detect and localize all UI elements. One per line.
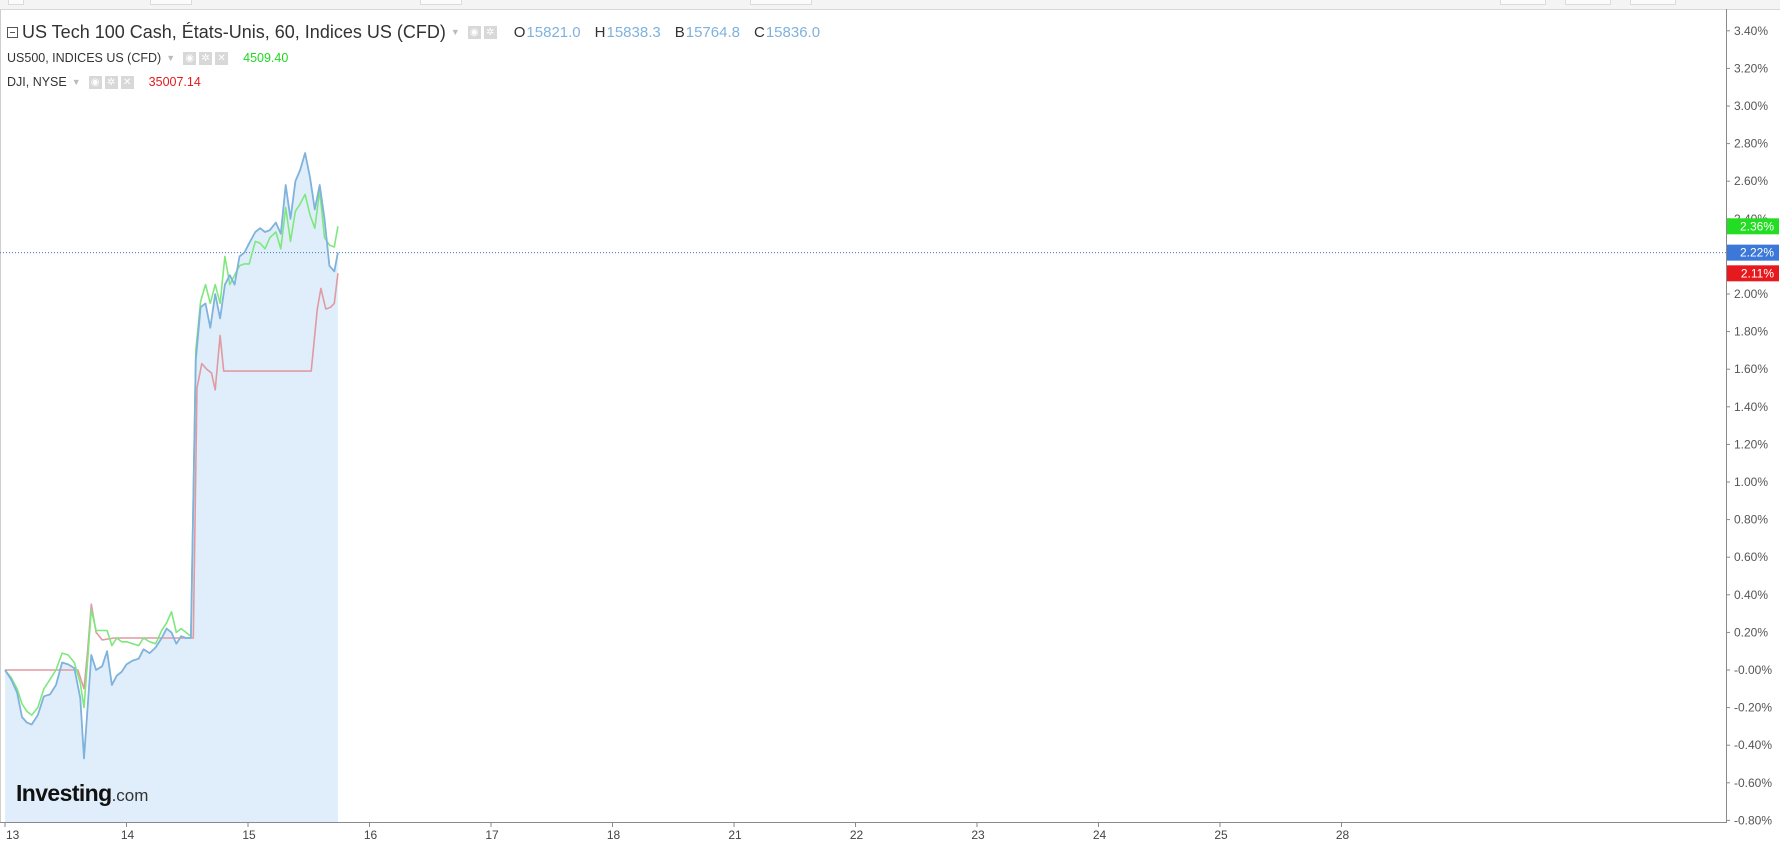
y-tick-label: 1.20% [1734,437,1768,451]
y-tick-label: 3.00% [1734,99,1768,113]
compare-symbol-name[interactable]: DJI, NYSE [7,75,67,89]
chart-legend: US Tech 100 Cash, États-Unis, 60, Indice… [7,18,820,94]
open-value: 15821.0 [526,23,581,41]
compare-symbol-name[interactable]: US500, INDICES US (CFD) [7,51,161,65]
open-label: O [513,23,526,41]
eye-icon[interactable]: ◉ [183,51,197,65]
y-tick-label: 0.80% [1734,513,1768,527]
y-tick-label: 3.40% [1734,24,1768,38]
y-tick-label: -0.40% [1734,738,1772,752]
chevron-down-icon[interactable]: ▼ [166,53,175,63]
main-series-area [5,153,338,822]
investing-logo: Investing.com [16,780,148,807]
logo-suffix-text: .com [111,786,149,805]
gear-icon[interactable]: ✲ [104,75,118,89]
y-tick-label: 1.40% [1734,400,1768,414]
x-tick-label: 25 [1214,828,1228,842]
chevron-down-icon[interactable]: ▼ [451,27,460,37]
main-last-value-badge-text: 2.22% [1740,246,1774,260]
logo-main-text: Investing [16,780,112,806]
x-tick-label: 13 [6,828,20,842]
x-tick-label: 17 [485,828,499,842]
gear-icon[interactable]: ✲ [483,25,497,39]
low-label: B [674,23,685,41]
gear-icon[interactable]: ✲ [199,51,213,65]
y-tick-label: 0.20% [1734,625,1768,639]
y-tick-label: -0.00% [1734,663,1772,677]
high-label: H [594,23,606,41]
eye-icon[interactable]: ◉ [467,25,481,39]
x-tick-label: 23 [971,828,985,842]
price-chart[interactable]: 3.40%3.20%3.00%2.80%2.60%2.40%2.20%2.00%… [0,0,1780,843]
y-tick-label: 1.60% [1734,362,1768,376]
y-tick-label: -0.20% [1734,701,1772,715]
y-tick-label: -0.60% [1734,776,1772,790]
compare-row-dji: DJI, NYSE ▼ ◉ ✲ ✕ 35007.14 [7,70,820,94]
close-value: 15836.0 [765,23,821,41]
x-tick-label: 22 [850,828,864,842]
x-tick-label: 24 [1093,828,1107,842]
eye-icon[interactable]: ◉ [88,75,102,89]
x-tick-label: 14 [121,828,135,842]
x-tick-label: 16 [364,828,378,842]
y-tick-label: 1.00% [1734,475,1768,489]
compare-value: 4509.40 [243,51,289,65]
low-value: 15764.8 [685,23,740,41]
y-tick-label: -0.80% [1734,813,1772,827]
x-tick-label: 21 [728,828,742,842]
main-symbol-name[interactable]: US Tech 100 Cash, États-Unis, 60, Indice… [22,22,446,43]
high-value: 15838.3 [606,23,661,41]
dji-last-value-badge-text: 2.11% [1741,266,1774,280]
y-tick-label: 3.20% [1734,61,1768,75]
close-icon[interactable]: ✕ [120,75,134,89]
chevron-down-icon[interactable]: ▼ [72,77,81,87]
close-icon[interactable]: ✕ [215,51,229,65]
compare-row-us500: US500, INDICES US (CFD) ▼ ◉ ✲ ✕ 4509.40 [7,46,820,70]
y-tick-label: 1.80% [1734,325,1768,339]
x-tick-label: 15 [242,828,256,842]
close-label: C [753,23,765,41]
collapse-icon[interactable] [7,26,18,38]
compare-value: 35007.14 [148,75,201,89]
y-tick-label: 2.00% [1734,287,1768,301]
y-tick-label: 2.80% [1734,137,1768,151]
x-tick-label: 28 [1336,828,1350,842]
y-tick-label: 0.40% [1734,588,1768,602]
y-tick-label: 2.60% [1734,174,1768,188]
y-tick-label: 0.60% [1734,550,1768,564]
main-symbol-row: US Tech 100 Cash, États-Unis, 60, Indice… [7,18,820,46]
us500-last-value-badge-text: 2.36% [1740,219,1774,233]
x-tick-label: 18 [607,828,621,842]
